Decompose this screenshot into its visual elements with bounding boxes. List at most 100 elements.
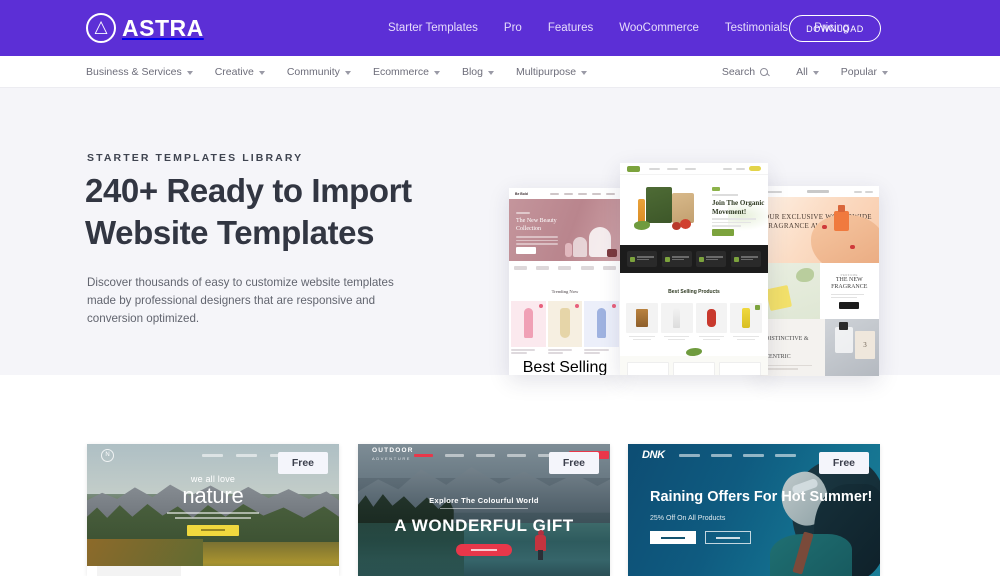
preview-title: Raining Offers For Hot Summer! [650, 489, 873, 505]
shot-section-block: · PERFUME · THE NEW FRAGRANCE [819, 263, 879, 319]
shot-promo-cards: Best Fresh Fruits Fresh Vegetables Organ… [620, 355, 768, 375]
template-card-outdoor[interactable]: OUTDOOR ADVENTURE Explore The Colourful … [358, 444, 610, 576]
nav-starter-templates[interactable]: Starter Templates [388, 22, 491, 34]
category-filter-list: Business & Services Creative Community E… [86, 56, 588, 88]
preview-hero-content: we all love nature [87, 474, 339, 536]
nav-testimonials[interactable]: Testimonials [712, 22, 801, 34]
chevron-down-icon [433, 70, 440, 75]
subnav-label: Community [286, 66, 340, 78]
promo-card: Best Fresh Fruits [627, 361, 669, 375]
shot-feature-icons [509, 261, 621, 275]
preview-eyebrow-text: Explore The Colourful World [429, 496, 539, 505]
subnav-item-multipurpose[interactable]: Multipurpose [515, 66, 588, 78]
product-cell [511, 301, 546, 347]
subnav-item-community[interactable]: Community [287, 66, 351, 78]
nail-detail [850, 245, 855, 249]
subnav-item-ecommerce[interactable]: Ecommerce [373, 66, 440, 78]
shot-product-captions [509, 347, 621, 357]
preview-logo-subtext: ADVENTURE [372, 456, 412, 461]
preview-title: nature [182, 483, 244, 508]
shot-headline-line2: Collection [516, 226, 541, 232]
preview-subtitle: 25% Off On All Products [650, 515, 726, 522]
hero-template-collage: Be Bold The New Beauty Collection Trendi… [0, 88, 1000, 376]
perfume-bottle [834, 211, 849, 231]
shot-cta [712, 229, 734, 236]
shot-hero: The New Beauty Collection [509, 199, 621, 261]
shot-subsection-title: DISTINCTIVE & CENTRIC [765, 336, 809, 360]
subnav-item-business-services[interactable]: Business & Services [86, 66, 193, 78]
primary-header: △ ASTRA Starter Templates Pro Features W… [0, 0, 1000, 56]
preview-logo: OUTDOOR ADVENTURE [372, 447, 414, 463]
shot-product-row [620, 298, 768, 342]
perfume-cap [838, 205, 845, 212]
subnav-item-blog[interactable]: Blog [462, 66, 494, 78]
subnav-item-creative[interactable]: Creative [215, 66, 265, 78]
subnav-label: Multipurpose [515, 66, 577, 78]
subnav-label: Creative [214, 66, 254, 78]
product-pack-1 [646, 187, 672, 223]
template-card-dnk[interactable]: DNK Raining Offers For Hot Summer! 25% O… [628, 444, 880, 576]
shot-bottom-split: DISTINCTIVE & CENTRIC 3 [760, 319, 879, 376]
preview-cta [456, 544, 512, 556]
shot-paragraph [516, 236, 558, 247]
greens-image [634, 221, 650, 230]
shot-section-trending: Trending Now [509, 275, 621, 298]
search-and-filters: Search All Popular [722, 56, 888, 88]
tomato-image [680, 219, 691, 229]
shot-cta [839, 302, 860, 310]
chevron-down-icon [812, 70, 819, 75]
subnav-label: Business & Services [86, 66, 182, 78]
hero-section: STARTER TEMPLATES LIBRARY 240+ Ready to … [0, 88, 1000, 376]
filter-label: All [796, 66, 808, 78]
collage-shot-organic: Join The Organic Movement! Best Selling … [620, 163, 768, 375]
number-card: 3 [855, 331, 875, 359]
shot-navbar [760, 186, 879, 197]
status-badge: Free [277, 452, 328, 474]
promo-card: Organic Legumes [719, 361, 761, 375]
template-card-nature[interactable]: N we all love nature Free [87, 444, 339, 576]
product-card [695, 303, 728, 342]
preview-logo: DNK [642, 449, 665, 461]
collage-shot-beauty: Be Bold The New Beauty Collection Trendi… [509, 188, 621, 375]
product-bottle-2 [573, 237, 587, 257]
shot-feature-strip [620, 245, 768, 273]
astra-starter-templates-page: △ ASTRA Starter Templates Pro Features W… [0, 0, 1000, 576]
product-card [626, 303, 658, 342]
logo-a-glyph: △ [94, 17, 108, 37]
shot-badge [712, 187, 720, 191]
preview-cta-primary [650, 531, 696, 544]
filter-label: Popular [840, 66, 877, 78]
preview-logo-text: OUTDOOR [372, 447, 414, 454]
download-button[interactable]: DOWNLOAD [789, 15, 881, 42]
filter-popular[interactable]: Popular [841, 66, 888, 78]
astra-logo[interactable]: △ ASTRA [86, 13, 204, 43]
nav-features[interactable]: Features [535, 22, 606, 34]
shot-photo-tile: 3 [824, 319, 879, 376]
product-cell [547, 301, 583, 347]
shot-hero: Join The Organic Movement! [620, 175, 768, 245]
nav-pro[interactable]: Pro [491, 22, 535, 34]
chevron-down-icon [258, 70, 265, 75]
status-badge: Free [548, 452, 599, 474]
search-input[interactable]: Search [721, 66, 769, 78]
shot-mid-split: · PERFUME · THE NEW FRAGRANCE [760, 263, 879, 319]
shot-section-title: Trending Now [551, 289, 579, 294]
preview-hero-content: Explore The Colourful World A WONDERFUL … [358, 496, 610, 556]
chevron-down-icon [581, 70, 588, 75]
shot-eyebrow-bar [516, 212, 530, 214]
leaf-divider [620, 341, 768, 356]
preview-eyebrow: Explore The Colourful World [358, 496, 610, 509]
shot-nav-links [550, 192, 615, 195]
shot-navbar [620, 163, 768, 175]
shot-section-title: THE NEW FRAGRANCE [831, 276, 868, 290]
search-label: Search [721, 66, 756, 78]
collage-shot-fragrance: OUR EXCLUSIVE WORLDWIDE FRAGRANCE AWAITS… [760, 186, 879, 376]
filter-all[interactable]: All [796, 66, 819, 78]
preview-cta-secondary [705, 531, 751, 544]
shot-section-title: Best Selling Products [668, 289, 720, 295]
template-grid: N we all love nature Free OUTDOOR ADVENT… [0, 444, 1000, 576]
nav-woocommerce[interactable]: WooCommerce [606, 22, 712, 34]
promo-card: Fresh Vegetables [673, 361, 715, 375]
shot-headline: Join The Organic Movement! [712, 199, 765, 216]
preview-title: A WONDERFUL GIFT [394, 516, 574, 535]
